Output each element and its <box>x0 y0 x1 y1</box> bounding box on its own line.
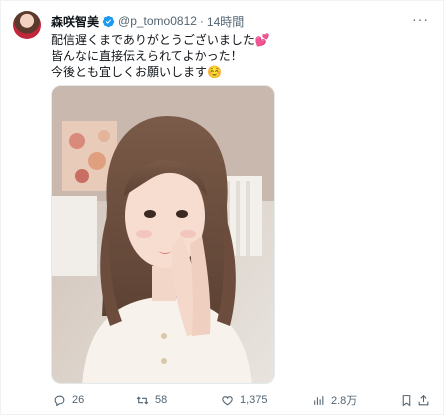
reply-count: 26 <box>72 394 85 406</box>
tweet-text-line: 配信遅くまでありがとうございました💕 <box>51 33 270 47</box>
photo-illustration <box>52 86 274 383</box>
bar-chart-icon <box>314 395 324 405</box>
retweet-count: 58 <box>155 394 168 406</box>
bookmark-button[interactable] <box>400 394 413 407</box>
heart-icon <box>222 395 233 405</box>
share-button[interactable] <box>417 394 430 407</box>
tweet-photo[interactable] <box>51 85 275 384</box>
tweet-text-line: 皆んなに直接伝えられてよかった！ <box>51 49 243 63</box>
retweet-icon <box>136 395 149 405</box>
share-icon <box>418 394 429 405</box>
separator-dot: · <box>199 14 204 28</box>
tweet-header: 森咲智美 @p_tomo0812 · 14時間 <box>51 13 244 29</box>
bookmark-icon <box>402 394 411 406</box>
avatar[interactable] <box>13 11 41 39</box>
tweet-text: 配信遅くまでありがとうございました💕 皆んなに直接伝えられてよかった！ 今後とも… <box>51 32 421 80</box>
views-count: 2.8万 <box>331 395 358 407</box>
action-bar: 26 58 1,375 2.8万 <box>51 391 431 409</box>
more-options-icon[interactable]: ··· <box>412 12 429 26</box>
verified-badge-icon <box>102 15 115 27</box>
handle[interactable]: @p_tomo0812 <box>118 14 197 28</box>
views-button[interactable]: 2.8万 <box>312 392 357 408</box>
like-count: 1,375 <box>240 394 268 406</box>
comment-icon <box>54 395 65 406</box>
like-button[interactable]: 1,375 <box>221 394 268 407</box>
timestamp[interactable]: 14時間 <box>207 13 244 30</box>
tweet-text-line: 今後とも宜しくお願いします☺️ <box>51 65 222 79</box>
retweet-button[interactable]: 58 <box>136 394 167 407</box>
reply-button[interactable]: 26 <box>53 394 84 407</box>
display-name[interactable]: 森咲智美 <box>51 13 99 30</box>
tweet-card[interactable]: 森咲智美 @p_tomo0812 · 14時間 ··· 配信遅くまでありがとうご… <box>0 0 444 415</box>
